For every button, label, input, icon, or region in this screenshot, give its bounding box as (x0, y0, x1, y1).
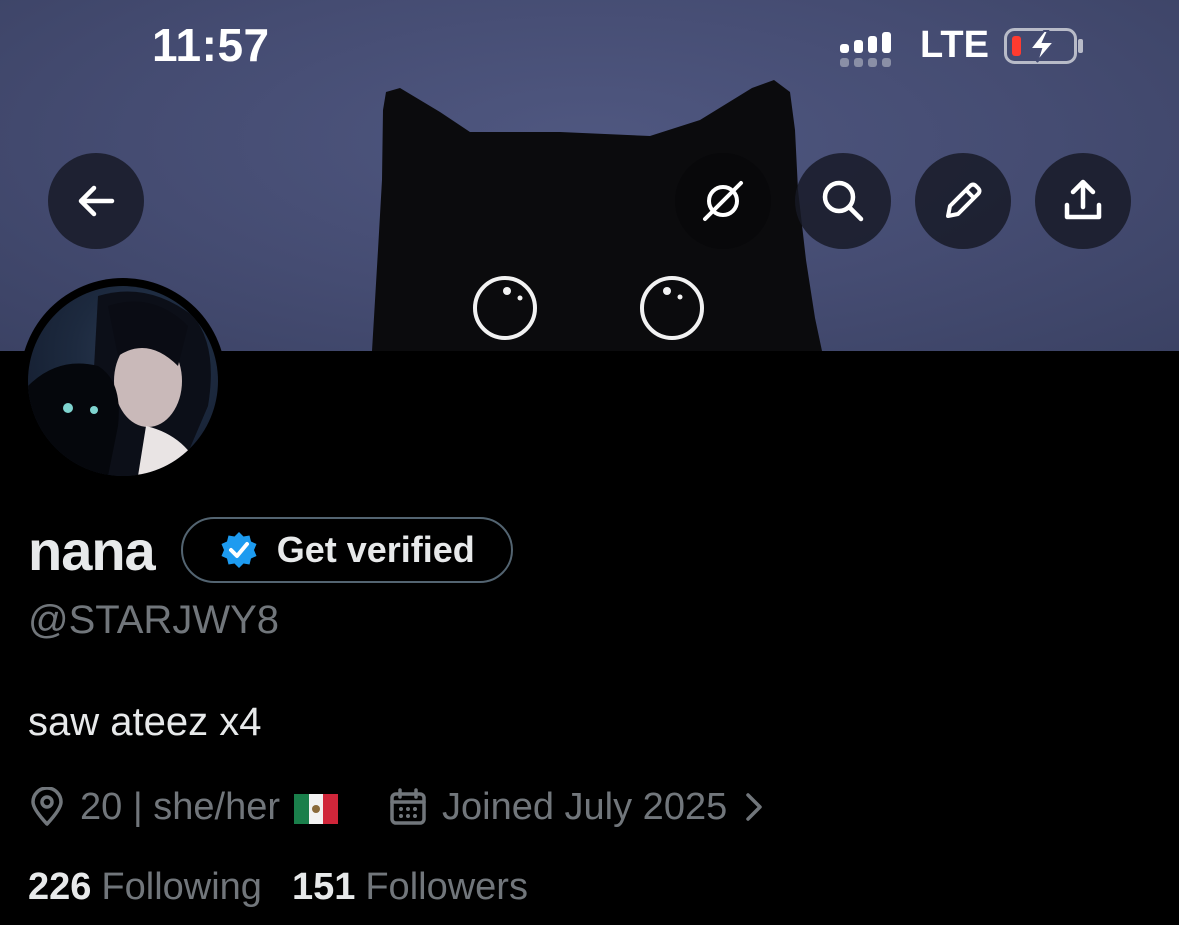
followers-label: Followers (365, 866, 528, 908)
share-button[interactable] (1035, 153, 1131, 249)
avatar[interactable] (20, 278, 226, 484)
cellular-signal-icon (840, 32, 891, 67)
username-handle: @STARJWY8 (28, 598, 279, 642)
following-count: 226 (28, 866, 92, 908)
following-link[interactable]: 226 Following (28, 866, 262, 909)
verified-badge-icon (221, 532, 257, 568)
get-verified-button[interactable]: Get verified (180, 517, 513, 583)
bio: saw ateez x4 (28, 700, 262, 744)
display-name: nana (28, 518, 156, 582)
followers-link[interactable]: 151 Followers (292, 866, 528, 909)
name-row: nana Get verified (28, 514, 513, 586)
search-icon (822, 180, 864, 222)
location-text: 20 | she/her (80, 785, 281, 828)
status-time: 11:57 (152, 19, 270, 71)
back-button[interactable] (48, 153, 144, 249)
pencil-icon (946, 182, 982, 218)
avatar-image (28, 291, 211, 476)
location: 20 | she/her (28, 785, 339, 829)
follow-stats: 226 Following 151 Followers (28, 866, 558, 909)
battery-charging-icon (1004, 28, 1083, 64)
calendar-icon (390, 788, 426, 825)
avatar-photo (28, 286, 218, 476)
edit-button[interactable] (915, 153, 1011, 249)
join-date[interactable]: Joined July 2025 (388, 786, 769, 829)
back-arrow-icon (78, 185, 115, 217)
mexico-flag-icon (294, 794, 339, 824)
followers-count: 151 (291, 866, 356, 908)
chevron-right-icon (746, 793, 762, 821)
get-verified-label: Get verified (276, 529, 475, 570)
join-date-text: Joined July 2025 (442, 785, 728, 828)
network-type: LTE (920, 24, 989, 66)
share-icon (1064, 179, 1102, 220)
location-pin-icon (31, 787, 63, 826)
grok-button[interactable] (675, 153, 771, 249)
status-indicators: LTE (838, 22, 1098, 72)
grok-icon (703, 181, 743, 221)
search-button[interactable] (795, 153, 891, 249)
profile-meta: 20 | she/her Joined July 2025 (28, 782, 769, 832)
following-label: Following (101, 866, 262, 908)
